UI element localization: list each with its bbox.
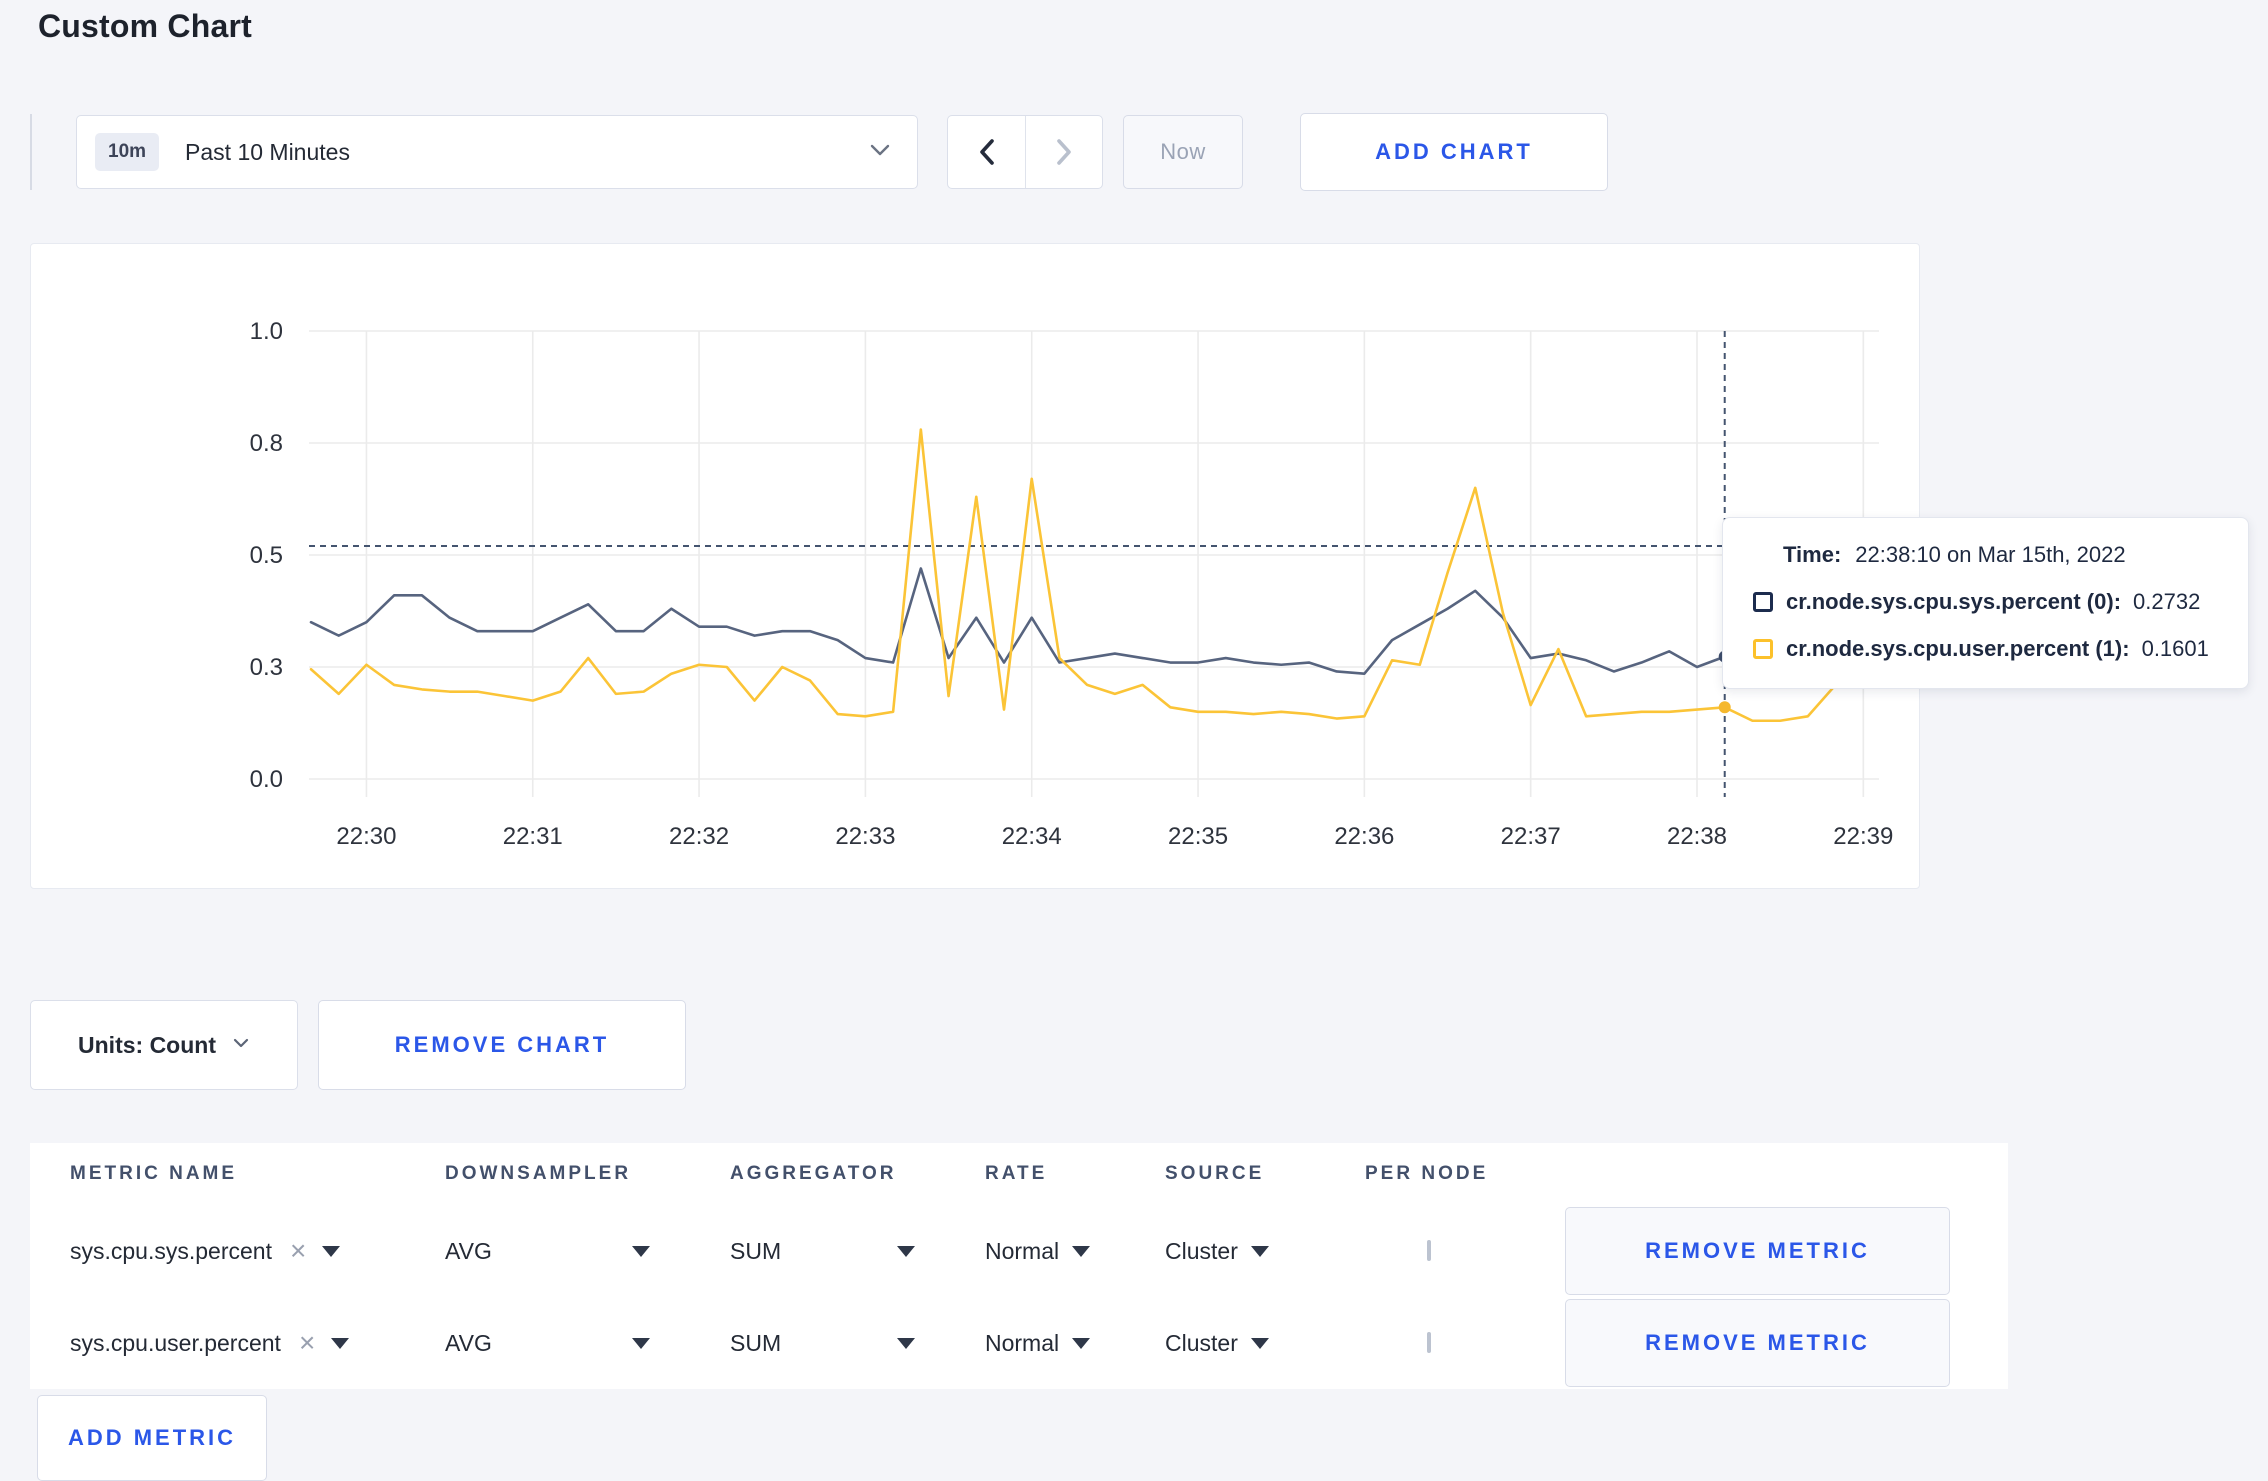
chart-tooltip: Time: 22:38:10 on Mar 15th, 2022 cr.node… (1722, 517, 2249, 689)
rate-value: Normal (985, 1329, 1060, 1356)
series-swatch-sys-icon (1753, 592, 1773, 612)
col-header-source: SOURCE (1165, 1163, 1265, 1184)
svg-text:22:31: 22:31 (503, 823, 563, 850)
aggregator-value: SUM (730, 1237, 782, 1264)
remove-metric-button[interactable]: REMOVE METRIC (1565, 1299, 1950, 1387)
tooltip-series-name: cr.node.sys.cpu.sys.percent (0): (1786, 589, 2122, 614)
tooltip-series-name: cr.node.sys.cpu.user.percent (1): (1786, 636, 2130, 661)
svg-text:1.0: 1.0 (250, 318, 283, 345)
toolbar-divider (30, 114, 32, 190)
svg-text:22:34: 22:34 (1002, 823, 1062, 850)
remove-chart-button[interactable]: REMOVE CHART (318, 1000, 686, 1090)
chart-panel: 0.0 0.3 0.5 0.8 1.0 22:30 22:31 22:32 22:33 22:34… (30, 243, 1920, 889)
caret-down-icon (632, 1245, 650, 1257)
units-label: Units: Count (78, 1031, 216, 1058)
col-header-per-node: PER NODE (1365, 1163, 1489, 1184)
add-chart-button[interactable]: ADD CHART (1300, 113, 1608, 191)
now-button[interactable]: Now (1123, 115, 1243, 189)
rate-select[interactable]: Normal (985, 1238, 1165, 1265)
tooltip-time-label: Time: (1783, 542, 1842, 567)
time-forward-button[interactable] (1025, 116, 1102, 188)
chevron-down-icon (232, 1036, 250, 1054)
caret-down-icon (897, 1245, 915, 1257)
metric-name-value[interactable]: sys.cpu.user.percent (70, 1330, 281, 1357)
time-back-button[interactable] (948, 116, 1025, 188)
rate-select[interactable]: Normal (985, 1330, 1165, 1357)
per-node-checkbox[interactable] (1427, 1332, 1431, 1353)
svg-text:0.0: 0.0 (250, 766, 283, 793)
caret-down-icon[interactable] (331, 1337, 350, 1349)
svg-text:22:33: 22:33 (835, 823, 895, 850)
col-header-metric-name: METRIC NAME (70, 1163, 238, 1184)
caret-down-icon[interactable] (322, 1245, 341, 1257)
source-value: Cluster (1165, 1329, 1238, 1356)
aggregator-select[interactable]: SUM (730, 1330, 915, 1357)
source-select[interactable]: Cluster (1165, 1238, 1365, 1265)
caret-down-icon (897, 1337, 915, 1349)
downsampler-value: AVG (445, 1329, 492, 1356)
svg-text:22:35: 22:35 (1168, 823, 1228, 850)
svg-text:22:32: 22:32 (669, 823, 729, 850)
rate-value: Normal (985, 1237, 1060, 1264)
col-header-rate: RATE (985, 1163, 1048, 1184)
metric-row: sys.cpu.user.percent × AVG SUM Normal Cl… (30, 1297, 2008, 1389)
caret-down-icon (1072, 1245, 1091, 1257)
tooltip-series-value: 0.2732 (2133, 589, 2201, 614)
metrics-table-header: METRIC NAME DOWNSAMPLER AGGREGATOR RATE … (30, 1143, 2008, 1205)
metric-row: sys.cpu.sys.percent × AVG SUM Normal Clu… (30, 1205, 2008, 1297)
downsampler-value: AVG (445, 1237, 492, 1264)
time-range-label: Past 10 Minutes (185, 138, 350, 165)
clear-metric-icon[interactable]: × (299, 1329, 315, 1357)
svg-text:0.3: 0.3 (250, 654, 283, 681)
clear-metric-icon[interactable]: × (290, 1237, 306, 1265)
chevron-down-icon (869, 143, 891, 162)
source-value: Cluster (1165, 1237, 1238, 1264)
series-swatch-user-icon (1753, 639, 1773, 659)
caret-down-icon (1250, 1337, 1269, 1349)
svg-text:22:36: 22:36 (1334, 823, 1394, 850)
tooltip-series-value: 0.1601 (2141, 636, 2209, 661)
col-header-downsampler: DOWNSAMPLER (445, 1163, 632, 1184)
add-metric-button[interactable]: ADD METRIC (37, 1395, 267, 1481)
units-dropdown[interactable]: Units: Count (30, 1000, 298, 1090)
svg-text:22:38: 22:38 (1667, 823, 1727, 850)
col-header-aggregator: AGGREGATOR (730, 1163, 897, 1184)
aggregator-value: SUM (730, 1329, 782, 1356)
time-range-dropdown[interactable]: 10m Past 10 Minutes (76, 115, 918, 189)
caret-down-icon (632, 1337, 650, 1349)
svg-text:22:37: 22:37 (1501, 823, 1561, 850)
metric-name-value[interactable]: sys.cpu.sys.percent (70, 1238, 272, 1265)
caret-down-icon (1250, 1245, 1269, 1257)
downsampler-select[interactable]: AVG (445, 1330, 650, 1357)
remove-metric-button[interactable]: REMOVE METRIC (1565, 1207, 1950, 1295)
svg-text:0.5: 0.5 (250, 542, 283, 569)
time-nav-group (947, 115, 1103, 189)
svg-text:0.8: 0.8 (250, 430, 283, 457)
page-title: Custom Chart (38, 8, 252, 44)
metrics-table: METRIC NAME DOWNSAMPLER AGGREGATOR RATE … (30, 1143, 2008, 1389)
caret-down-icon (1072, 1337, 1091, 1349)
svg-text:22:39: 22:39 (1833, 823, 1893, 850)
time-range-badge: 10m (95, 133, 160, 171)
svg-text:22:30: 22:30 (336, 823, 396, 850)
line-chart[interactable]: 0.0 0.3 0.5 0.8 1.0 22:30 22:31 22:32 22:33 22:34… (31, 244, 1921, 890)
downsampler-select[interactable]: AVG (445, 1238, 650, 1265)
source-select[interactable]: Cluster (1165, 1330, 1365, 1357)
per-node-checkbox[interactable] (1427, 1240, 1431, 1261)
tooltip-time-value: 22:38:10 on Mar 15th, 2022 (1855, 542, 2126, 567)
aggregator-select[interactable]: SUM (730, 1238, 915, 1265)
